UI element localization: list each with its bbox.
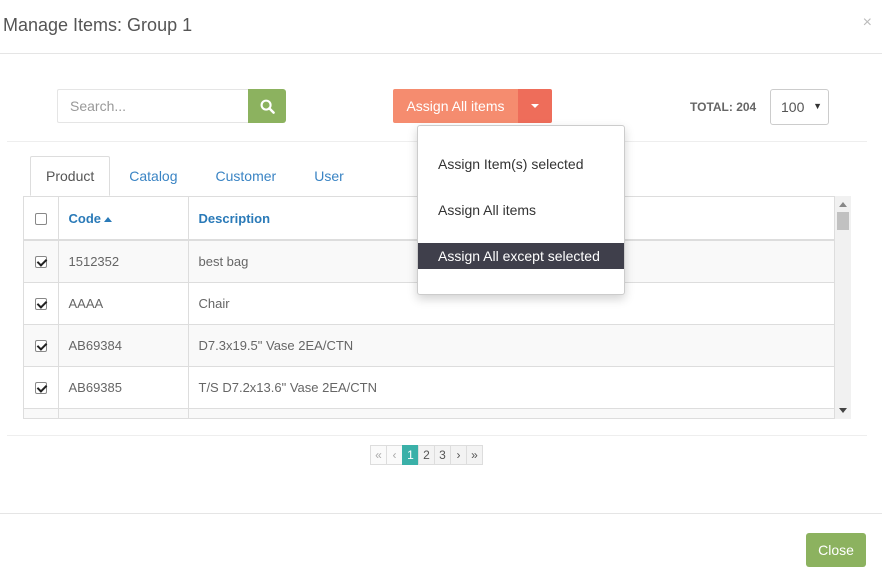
description-cell bbox=[188, 408, 834, 418]
page-1-button[interactable]: 1 bbox=[402, 445, 419, 465]
prev-page-button[interactable]: ‹ bbox=[386, 445, 403, 465]
row-check-cell bbox=[24, 324, 59, 367]
page-3-button[interactable]: 3 bbox=[434, 445, 451, 465]
divider bbox=[7, 435, 867, 436]
page-size-select[interactable]: 100 ▼ bbox=[770, 89, 829, 125]
menu-item-assign-all[interactable]: Assign All items bbox=[418, 197, 624, 223]
scroll-down-icon[interactable] bbox=[839, 408, 847, 413]
row-check-cell bbox=[24, 240, 59, 283]
table-row[interactable]: AB69384 D7.3x19.5" Vase 2EA/CTN bbox=[24, 324, 834, 367]
close-icon[interactable]: × bbox=[863, 14, 872, 32]
menu-item-assign-selected[interactable]: Assign Item(s) selected bbox=[418, 151, 624, 177]
sort-ascending-icon bbox=[104, 216, 112, 222]
description-cell: D7.3x19.5" Vase 2EA/CTN bbox=[188, 324, 834, 367]
code-cell: AB69384 bbox=[58, 324, 189, 367]
code-cell: AAAA bbox=[58, 282, 189, 325]
assign-all-button[interactable]: Assign All items bbox=[393, 89, 518, 123]
next-page-button[interactable]: › bbox=[450, 445, 467, 465]
tab-bar: Product Catalog Customer User bbox=[30, 156, 363, 196]
row-check-cell bbox=[24, 366, 59, 409]
select-arrow-icon: ▼ bbox=[813, 101, 822, 111]
caret-down-icon bbox=[531, 104, 539, 108]
select-all-cell bbox=[24, 197, 59, 241]
description-header-label: Description bbox=[198, 210, 271, 226]
row-checkbox[interactable] bbox=[34, 340, 47, 353]
assign-dropdown-menu: Assign Item(s) selected Assign All items… bbox=[417, 125, 625, 295]
tab-product[interactable]: Product bbox=[30, 156, 111, 196]
close-button[interactable]: Close bbox=[806, 533, 866, 567]
code-header-label: Code bbox=[68, 210, 102, 226]
row-check-cell bbox=[24, 282, 59, 325]
code-cell: 1512352 bbox=[58, 240, 189, 283]
scrollbar-thumb[interactable] bbox=[837, 212, 849, 230]
row-checkbox[interactable] bbox=[34, 256, 47, 269]
last-page-button[interactable]: » bbox=[466, 445, 483, 465]
page-size-value: 100 bbox=[781, 99, 805, 115]
assign-split-button: Assign All items bbox=[393, 89, 552, 123]
tab-catalog[interactable]: Catalog bbox=[110, 156, 196, 196]
code-cell bbox=[58, 408, 189, 418]
menu-item-assign-all-except-selected[interactable]: Assign All except selected bbox=[418, 243, 624, 269]
search-group bbox=[57, 89, 286, 123]
search-button[interactable] bbox=[248, 89, 286, 123]
row-check-cell bbox=[24, 408, 59, 418]
pagination: « ‹ 1 2 3 › » bbox=[370, 445, 483, 465]
page-2-button[interactable]: 2 bbox=[418, 445, 435, 465]
description-cell: T/S D7.2x13.6" Vase 2EA/CTN bbox=[188, 366, 834, 409]
tab-customer[interactable]: Customer bbox=[197, 156, 296, 196]
table-scrollbar[interactable] bbox=[835, 196, 851, 419]
table-row[interactable] bbox=[24, 408, 834, 418]
search-input[interactable] bbox=[57, 89, 248, 123]
modal-title: Manage Items: Group 1 bbox=[3, 15, 193, 35]
row-checkbox[interactable] bbox=[34, 298, 47, 311]
assign-dropdown-toggle[interactable] bbox=[518, 89, 552, 123]
code-cell: AB69385 bbox=[58, 366, 189, 409]
code-column-header[interactable]: Code bbox=[58, 197, 189, 241]
select-all-checkbox[interactable] bbox=[34, 213, 47, 226]
row-checkbox[interactable] bbox=[34, 382, 47, 395]
footer-divider bbox=[0, 513, 882, 514]
first-page-button[interactable]: « bbox=[370, 445, 387, 465]
tab-user[interactable]: User bbox=[295, 156, 363, 196]
scroll-up-icon[interactable] bbox=[839, 202, 847, 207]
search-icon bbox=[260, 99, 275, 114]
table-row[interactable]: AB69385 T/S D7.2x13.6" Vase 2EA/CTN bbox=[24, 366, 834, 409]
modal-header: Manage Items: Group 1 × bbox=[0, 0, 882, 54]
total-count: TOTAL: 204 bbox=[690, 100, 757, 114]
